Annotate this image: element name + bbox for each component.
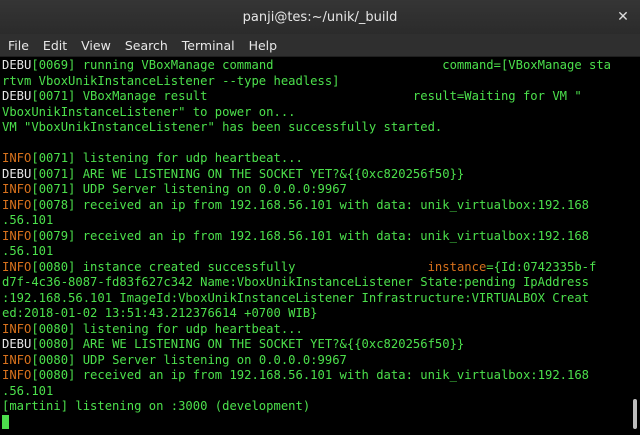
terminal-line: INFO[0079] received an ip from 192.168.5… xyxy=(2,229,630,245)
terminal-window: panji@tes:~/unik/_build ✕ File Edit View… xyxy=(0,0,640,435)
terminal-line: [martini] listening on :3000 (developmen… xyxy=(2,399,630,415)
scrollbar[interactable] xyxy=(630,57,640,435)
terminal-line: VboxUnikInstanceListener" to power on... xyxy=(2,105,630,121)
terminal-line: .56.101 xyxy=(2,384,630,400)
terminal-text: INFO xyxy=(2,182,32,196)
terminal-text: INFO xyxy=(2,368,32,382)
terminal-text: DEBU xyxy=(2,58,32,72)
terminal-text: DEBU xyxy=(2,166,32,181)
terminal-output[interactable]: DEBU[0069] running VBoxManage command co… xyxy=(0,57,630,435)
text-cursor xyxy=(2,414,9,429)
terminal-text: INFO xyxy=(2,151,32,165)
terminal-text: d7f-4c36-8087-fd83f627c342 Name:VboxUnik… xyxy=(2,275,589,289)
terminal-text: [0080] listening for udp heartbeat... xyxy=(31,321,303,336)
terminal-line: .56.101 xyxy=(2,244,630,260)
terminal-line xyxy=(2,136,630,152)
terminal-line: DEBU[0071] ARE WE LISTENING ON THE SOCKE… xyxy=(2,167,630,183)
terminal-text: :192.168.56.101 ImageId:VboxUnikInstance… xyxy=(2,290,589,305)
terminal-text: .56.101 xyxy=(2,244,54,258)
terminal-text: [0080] instance created successfully xyxy=(31,259,428,274)
terminal-text: [0071] ARE WE LISTENING ON THE SOCKET YE… xyxy=(31,166,465,181)
terminal-line: :192.168.56.101 ImageId:VboxUnikInstance… xyxy=(2,291,630,307)
terminal-text: VboxUnikInstanceListener" to power on... xyxy=(2,104,296,119)
menu-help[interactable]: Help xyxy=(242,38,285,53)
terminal-text: rtvm VboxUnikInstanceListener --type hea… xyxy=(2,73,340,88)
scrollbar-thumb[interactable] xyxy=(633,399,637,429)
window-title: panji@tes:~/unik/_build xyxy=(242,9,398,25)
terminal-text: [0079] received an ip from 192.168.56.10… xyxy=(31,228,590,243)
terminal-text: [0080] received an ip from 192.168.56.10… xyxy=(31,368,590,382)
terminal-text: instance xyxy=(427,259,487,274)
terminal-text: VM "VboxUnikInstanceListener" has been s… xyxy=(2,120,443,134)
terminal-text: INFO xyxy=(2,321,32,336)
terminal-text: INFO xyxy=(2,197,32,212)
close-icon[interactable]: ✕ xyxy=(614,8,632,26)
terminal-line: VM "VboxUnikInstanceListener" has been s… xyxy=(2,120,630,136)
terminal-text: [0080] UDP Server listening on 0.0.0.0:9… xyxy=(31,352,347,367)
terminal-line: d7f-4c36-8087-fd83f627c342 Name:VboxUnik… xyxy=(2,275,630,291)
menu-edit[interactable]: Edit xyxy=(36,38,74,53)
terminal-text: [0071] UDP Server listening on 0.0.0.0:9… xyxy=(31,182,347,196)
terminal-text: INFO xyxy=(2,352,32,367)
terminal-line: .56.101 xyxy=(2,213,630,229)
menu-bar: File Edit View Search Terminal Help xyxy=(0,34,640,57)
terminal-line: ed:2018-01-02 13:51:43.212376614 +0700 W… xyxy=(2,306,630,322)
terminal-line: rtvm VboxUnikInstanceListener --type hea… xyxy=(2,74,630,90)
terminal-text: ={Id:0742335b-f xyxy=(486,259,597,274)
terminal-text: DEBU xyxy=(2,337,32,351)
terminal-line: DEBU[0080] ARE WE LISTENING ON THE SOCKE… xyxy=(2,337,630,353)
terminal-text: INFO xyxy=(2,228,32,243)
terminal-lines: DEBU[0069] running VBoxManage command co… xyxy=(2,58,630,430)
terminal-line: INFO[0071] listening for udp heartbeat..… xyxy=(2,151,630,167)
terminal-text: [0078] received an ip from 192.168.56.10… xyxy=(31,197,590,212)
terminal-text: [0080] ARE WE LISTENING ON THE SOCKET YE… xyxy=(31,337,465,351)
menu-view[interactable]: View xyxy=(74,38,118,53)
menu-file[interactable]: File xyxy=(0,38,36,53)
terminal-text: .56.101 xyxy=(2,383,54,398)
terminal-line: INFO[0080] received an ip from 192.168.5… xyxy=(2,368,630,384)
terminal-text: [0069] running VBoxManage command comman… xyxy=(31,58,612,72)
menu-search[interactable]: Search xyxy=(118,38,175,53)
terminal-line: INFO[0080] UDP Server listening on 0.0.0… xyxy=(2,353,630,369)
terminal-text: DEBU xyxy=(2,89,32,103)
terminal-line: DEBU[0071] VBoxManage result result=Wait… xyxy=(2,89,630,105)
terminal-line: INFO[0078] received an ip from 192.168.5… xyxy=(2,198,630,214)
title-bar[interactable]: panji@tes:~/unik/_build ✕ xyxy=(0,0,640,34)
terminal-line: INFO[0080] instance created successfully… xyxy=(2,260,630,276)
menu-terminal[interactable]: Terminal xyxy=(175,38,242,53)
terminal-text: INFO xyxy=(2,259,32,274)
terminal-line: INFO[0071] UDP Server listening on 0.0.0… xyxy=(2,182,630,198)
terminal-text: ed:2018-01-02 13:51:43.212376614 +0700 W… xyxy=(2,306,318,320)
terminal-text: [0071] listening for udp heartbeat... xyxy=(31,151,303,165)
terminal-text: [0071] VBoxManage result result=Waiting … xyxy=(31,89,582,103)
terminal-line: INFO[0080] listening for udp heartbeat..… xyxy=(2,322,630,338)
terminal-text: [martini] listening on :3000 (developmen… xyxy=(2,399,311,413)
terminal-line: DEBU[0069] running VBoxManage command co… xyxy=(2,58,630,74)
terminal-text: .56.101 xyxy=(2,213,54,227)
prompt-line xyxy=(2,414,630,431)
